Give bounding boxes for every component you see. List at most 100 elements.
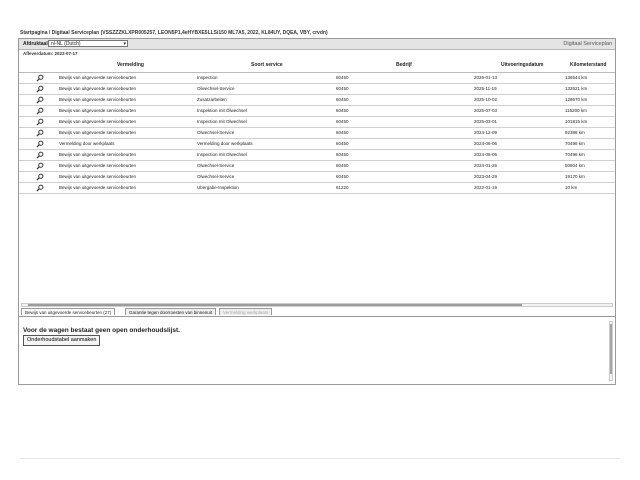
cell-kilometerstand: 115200 km — [565, 108, 587, 113]
breadcrumb: Startpagina / Digitaal Serviceplan (VSSZ… — [20, 30, 328, 36]
service-plan-window: Afdruktaal: nl-NL (Dutch) ▾ Digitaal Ser… — [18, 38, 616, 385]
table-row[interactable]: Bewijs van uitgevoerde servicebeurten Olw… — [19, 161, 615, 172]
app-title: Digitaal Serviceplan — [563, 41, 612, 47]
cell-uitvoeringsdatum: 2024-01-26 — [474, 163, 498, 168]
table-row[interactable]: Bewijs van uitgevoerde servicebeurten Zus… — [19, 95, 615, 106]
cell-soort-service: Inspektion mit Ölwechsel — [197, 108, 247, 113]
table-row[interactable]: Bewijs van uitgevoerde servicebeurten Ins… — [19, 73, 615, 84]
magnifier-icon[interactable] — [36, 118, 44, 126]
column-header-bedrijf[interactable]: Bedrijf — [396, 62, 412, 68]
magnifier-icon[interactable] — [36, 151, 44, 159]
vertical-scrollbar-thumb[interactable] — [610, 324, 612, 374]
cell-uitvoeringsdatum: 2025-11-19 — [474, 86, 497, 91]
cell-bedrijf: 60450 — [336, 75, 349, 80]
cell-uitvoeringsdatum: 2025-03-01 — [474, 119, 498, 124]
table-row[interactable]: Vermelding door werkplaats Vermelding doo… — [19, 139, 615, 150]
cell-vermelding: Bewijs van uitgevoerde servicebeurten — [59, 86, 137, 91]
cell-soort-service: Inspection mit Olwechsel — [197, 152, 247, 157]
cell-kilometerstand: 70498 km — [565, 152, 585, 157]
cell-vermelding: Bewijs van uitgevoerde servicebeurten — [59, 152, 137, 157]
cell-uitvoeringsdatum: 2025-10-02 — [474, 97, 498, 102]
print-language-value: nl-NL (Dutch) — [51, 41, 81, 47]
cell-soort-service: Ubergabe-Inspektion — [197, 185, 239, 190]
service-table: Bewijs van uitgevoerde servicebeurten Ins… — [19, 73, 615, 194]
cell-kilometerstand: 50804 km — [565, 163, 585, 168]
cell-bedrijf: 60450 — [336, 141, 349, 146]
cell-bedrijf: 60450 — [336, 130, 349, 135]
cell-vermelding: Vermelding door werkplaats — [59, 141, 115, 146]
page-divider — [20, 458, 620, 459]
cell-vermelding: Bewijs van uitgevoerde servicebeurten — [59, 119, 137, 124]
tab-bar: Bewijs van uitgevoerde servicebeurten (2… — [19, 308, 615, 317]
cell-soort-service: Inspection — [197, 75, 218, 80]
cell-kilometerstand: 136544 km — [565, 75, 588, 80]
magnifier-icon[interactable] — [36, 162, 44, 170]
table-header: Vermelding Soort service Bedrijf Uitvoer… — [19, 58, 615, 73]
cell-vermelding: Bewijs van uitgevoerde servicebeurten — [59, 97, 137, 102]
table-row[interactable]: Bewijs van uitgevoerde servicebeurten Oli… — [19, 84, 615, 95]
cell-uitvoeringsdatum: 2024-06-06 — [474, 141, 498, 146]
toolbar: Afdruktaal: nl-NL (Dutch) ▾ Digitaal Ser… — [19, 39, 615, 50]
cell-vermelding: Bewijs van uitgevoerde servicebeurten — [59, 174, 137, 179]
magnifier-icon[interactable] — [36, 85, 44, 93]
table-row[interactable]: Bewijs van uitgevoerde servicebeurten Olw… — [19, 172, 615, 183]
horizontal-scrollbar-thumb[interactable] — [28, 304, 522, 306]
cell-soort-service: Olieechsel-Service — [197, 86, 235, 91]
magnifier-icon[interactable] — [36, 184, 44, 192]
table-row[interactable]: Bewijs van uitgevoerde servicebeurten Ins… — [19, 117, 615, 128]
cell-kilometerstand: 132621 km — [565, 86, 588, 91]
table-row[interactable]: Bewijs van uitgevoerde servicebeurten Olw… — [19, 128, 615, 139]
cell-kilometerstand: 19170 km — [565, 174, 585, 179]
cell-uitvoeringsdatum: 2023-04-29 — [474, 174, 498, 179]
cell-vermelding: Bewijs van uitgevoerde servicebeurten — [59, 75, 137, 80]
maintenance-panel: Voor de wagen bestaat geen open onderhou… — [19, 318, 615, 384]
cell-vermelding: Bewijs van uitgevoerde servicebeurten — [59, 108, 137, 113]
cell-soort-service: Olwechsel-Service — [197, 174, 235, 179]
create-maintenance-table-button[interactable]: Onderhoudstabel aanmaken — [23, 335, 101, 346]
cell-uitvoeringsdatum: 2024-12-09 — [474, 130, 498, 135]
cell-kilometerstand: 101815 km — [565, 119, 588, 124]
cell-bedrijf: 60450 — [336, 163, 349, 168]
cell-uitvoeringsdatum: 2024-06-06 — [474, 152, 498, 157]
column-header-kilometerstand[interactable]: Kilometerstand — [570, 62, 606, 68]
cell-bedrijf: 60450 — [336, 86, 349, 91]
magnifier-icon[interactable] — [36, 107, 44, 115]
table-row[interactable]: Bewijs van uitgevoerde servicebeurten Ins… — [19, 150, 615, 161]
column-header-soort-service[interactable]: Soort service — [251, 62, 283, 68]
cell-soort-service: Olwechsel-Service — [197, 163, 235, 168]
cell-soort-service: Vermelding door werkplaats — [197, 141, 253, 146]
maintenance-notice: Voor de wagen bestaat geen open onderhou… — [23, 327, 180, 334]
cell-vermelding: Bewijs van uitgevoerde servicebeurten — [59, 185, 137, 190]
cell-vermelding: Bewijs van uitgevoerde servicebeurten — [59, 163, 137, 168]
vertical-scrollbar[interactable] — [609, 321, 613, 381]
cell-soort-service: Olwechsel-Service — [197, 130, 235, 135]
cell-uitvoeringsdatum: 2025-07-03 — [474, 108, 498, 113]
cell-bedrijf: 60450 — [336, 174, 349, 179]
column-header-vermelding[interactable]: Vermelding — [117, 62, 144, 68]
chevron-down-icon: ▾ — [123, 41, 126, 47]
tab-corrosion-warranty[interactable]: Garantie tegen doorroesten van binnenuit — [125, 308, 217, 315]
table-row[interactable]: Bewijs van uitgevoerde servicebeurten Ube… — [19, 183, 615, 194]
horizontal-scrollbar[interactable] — [21, 303, 613, 307]
magnifier-icon[interactable] — [36, 96, 44, 104]
magnifier-icon[interactable] — [36, 173, 44, 181]
tab-service-proofs[interactable]: Bewijs van uitgevoerde servicebeurten (2… — [21, 308, 116, 315]
cell-bedrijf: 60450 — [336, 97, 349, 102]
cell-uitvoeringsdatum: 2022-01-19 — [474, 185, 498, 190]
cell-soort-service: Zusatzarbeiten — [197, 97, 227, 102]
cell-kilometerstand: 92388 km — [565, 130, 585, 135]
tab-workshop-notes[interactable]: Vermelding werkplaats — [219, 308, 273, 315]
magnifier-icon[interactable] — [36, 74, 44, 82]
cell-kilometerstand: 128670 km — [565, 97, 588, 102]
print-language-label: Afdruktaal: — [23, 41, 50, 47]
cell-uitvoeringsdatum: 2026-01-13 — [474, 75, 498, 80]
print-language-select[interactable]: nl-NL (Dutch) ▾ — [48, 40, 128, 47]
cell-bedrijf: 60450 — [336, 152, 349, 157]
magnifier-icon[interactable] — [36, 140, 44, 148]
table-row[interactable]: Bewijs van uitgevoerde servicebeurten Ins… — [19, 106, 615, 117]
cell-bedrijf: 60450 — [336, 119, 349, 124]
magnifier-icon[interactable] — [36, 129, 44, 137]
column-header-uitvoeringsdatum[interactable]: Uitvoeringsdatum — [501, 62, 544, 68]
cell-bedrijf: 61220 — [336, 185, 349, 190]
delivery-date: Afleverdatum: 2022-07-17 — [23, 51, 78, 56]
